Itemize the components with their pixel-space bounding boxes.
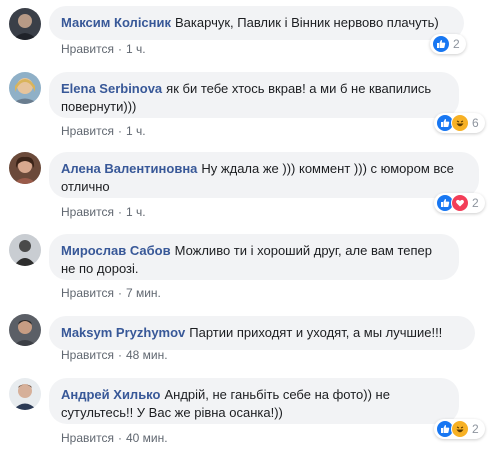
comment-time[interactable]: 40 мин.	[126, 431, 168, 445]
reaction-summary[interactable]: 2	[434, 419, 485, 439]
avatar[interactable]	[9, 152, 41, 184]
avatar[interactable]	[9, 72, 41, 104]
comment-time[interactable]: 7 мин.	[126, 286, 161, 300]
reaction-summary[interactable]: 2	[434, 193, 485, 213]
comment-actions: Нравится · 48 мин.	[61, 347, 168, 363]
like-button[interactable]: Нравится	[61, 348, 114, 362]
comment-bubble: Elena Serbinova як би тебе хтось вкрав! а…	[49, 72, 459, 118]
comment-actions: Нравится · 7 мин.	[61, 285, 161, 301]
comment-bubble: Алена Валентиновна Ну ждала же ))) коммен…	[49, 152, 479, 198]
separator-dot: ·	[117, 42, 122, 56]
avatar[interactable]	[9, 234, 41, 266]
separator-dot: ·	[117, 348, 122, 362]
like-button[interactable]: Нравится	[61, 431, 114, 445]
avatar[interactable]	[9, 314, 41, 346]
comment-author[interactable]: Maksym Pryzhymov	[61, 325, 185, 340]
comment-actions: Нравится · 1 ч.	[61, 123, 146, 139]
reaction-count: 2	[472, 196, 479, 210]
comment-actions: Нравится · 40 мин.	[61, 430, 168, 446]
haha-icon	[451, 114, 469, 132]
comment-bubble: Максим Колісник Вакарчук, Павлик і Вінник…	[49, 6, 464, 40]
comment-text: Вакарчук, Павлик і Вінник нервово плачут…	[175, 15, 439, 30]
like-icon	[432, 35, 450, 53]
comment-bubble: Андрей Хилько Андрій, не ганьбіть себе на…	[49, 378, 459, 424]
comment-actions: Нравится · 1 ч.	[61, 41, 146, 57]
comment-actions: Нравится · 1 ч.	[61, 204, 146, 220]
reaction-summary[interactable]: 2	[430, 34, 466, 54]
comment-time[interactable]: 1 ч.	[126, 205, 146, 219]
haha-icon	[451, 420, 469, 438]
separator-dot: ·	[117, 431, 122, 445]
comment-text: Партии приходят и уходят, а мы лучшие!!!	[189, 325, 443, 340]
like-button[interactable]: Нравится	[61, 205, 114, 219]
separator-dot: ·	[117, 205, 122, 219]
separator-dot: ·	[117, 286, 122, 300]
avatar[interactable]	[9, 378, 41, 410]
comment-author[interactable]: Алена Валентиновна	[61, 161, 197, 176]
reaction-count: 2	[453, 37, 460, 51]
comment-author[interactable]: Андрей Хилько	[61, 387, 160, 402]
comment-author[interactable]: Мирослав Сабов	[61, 243, 171, 258]
like-button[interactable]: Нравится	[61, 42, 114, 56]
like-button[interactable]: Нравится	[61, 286, 114, 300]
comment-time[interactable]: 1 ч.	[126, 42, 146, 56]
comment-time[interactable]: 48 мин.	[126, 348, 168, 362]
reaction-summary[interactable]: 6	[434, 113, 485, 133]
reaction-count: 2	[472, 422, 479, 436]
love-icon	[451, 194, 469, 212]
avatar[interactable]	[9, 8, 41, 40]
comment-bubble: Maksym Pryzhymov Партии приходят и уходят…	[49, 316, 475, 350]
like-button[interactable]: Нравится	[61, 124, 114, 138]
comment-bubble: Мирослав Сабов Можливо ти і хороший друг,…	[49, 234, 459, 280]
comment-time[interactable]: 1 ч.	[126, 124, 146, 138]
comment-author[interactable]: Максим Колісник	[61, 15, 171, 30]
reaction-count: 6	[472, 116, 479, 130]
comment-author[interactable]: Elena Serbinova	[61, 81, 162, 96]
separator-dot: ·	[117, 124, 122, 138]
